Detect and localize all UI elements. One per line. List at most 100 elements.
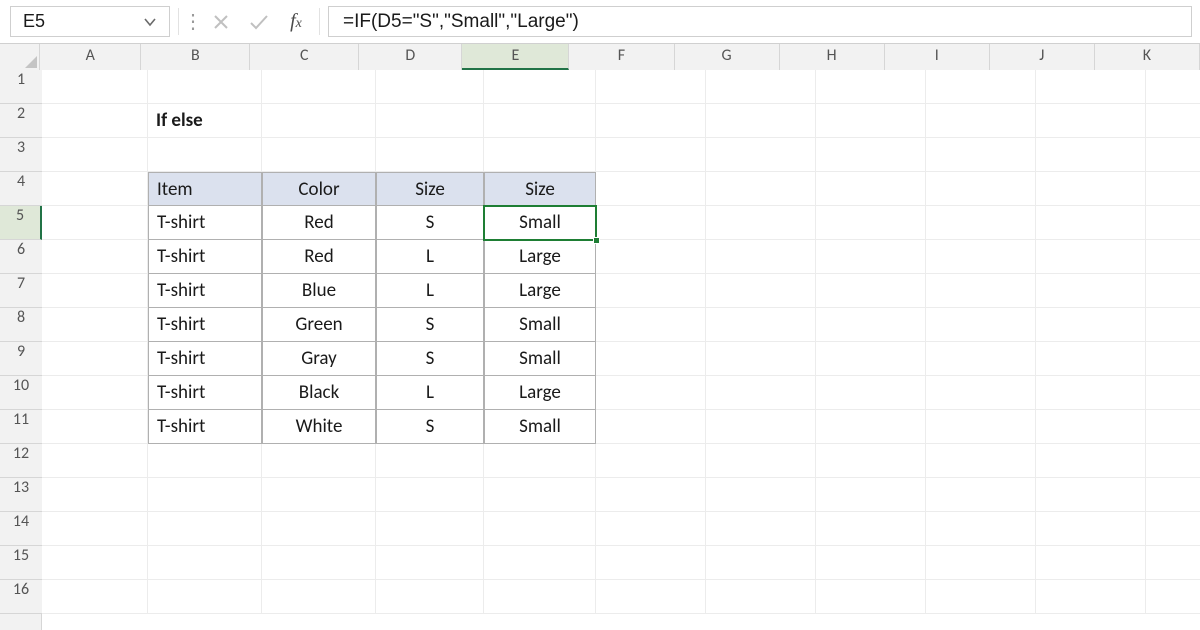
cell-J2[interactable]	[1036, 104, 1146, 138]
cell-G7[interactable]	[706, 274, 816, 308]
cell-E6[interactable]: Large	[484, 240, 596, 274]
cell-A3[interactable]	[42, 138, 148, 172]
cell-J1[interactable]	[1036, 70, 1146, 104]
name-box-input[interactable]	[21, 10, 131, 33]
cell-A15[interactable]	[42, 546, 148, 580]
row-header-14[interactable]: 14	[0, 512, 42, 546]
cell-D1[interactable]	[376, 70, 484, 104]
cell-F6[interactable]	[596, 240, 706, 274]
cell-H1[interactable]	[816, 70, 926, 104]
row-header-12[interactable]: 12	[0, 444, 42, 478]
cell-B9[interactable]: T-shirt	[148, 342, 262, 376]
cell-H3[interactable]	[816, 138, 926, 172]
cell-F14[interactable]	[596, 512, 706, 546]
cell-A10[interactable]	[42, 376, 148, 410]
cell-H15[interactable]	[816, 546, 926, 580]
cell-D11[interactable]: S	[376, 410, 484, 444]
cell-H14[interactable]	[816, 512, 926, 546]
cell-J5[interactable]	[1036, 206, 1146, 240]
column-header-H[interactable]: H	[780, 44, 885, 70]
cell-J13[interactable]	[1036, 478, 1146, 512]
cell-J16[interactable]	[1036, 580, 1146, 614]
cell-A11[interactable]	[42, 410, 148, 444]
cell-D14[interactable]	[376, 512, 484, 546]
cell-D8[interactable]: S	[376, 308, 484, 342]
cell-J10[interactable]	[1036, 376, 1146, 410]
cell-I8[interactable]	[926, 308, 1036, 342]
cell-J3[interactable]	[1036, 138, 1146, 172]
cell-H13[interactable]	[816, 478, 926, 512]
cell-J14[interactable]	[1036, 512, 1146, 546]
cell-F11[interactable]	[596, 410, 706, 444]
cell-I6[interactable]	[926, 240, 1036, 274]
select-all-button[interactable]	[0, 44, 40, 70]
cell-I13[interactable]	[926, 478, 1036, 512]
cell-C14[interactable]	[262, 512, 376, 546]
cell-E16[interactable]	[484, 580, 596, 614]
cell-H4[interactable]	[816, 172, 926, 206]
row-header-10[interactable]: 10	[0, 376, 42, 410]
cell-K16[interactable]	[1146, 580, 1200, 614]
row-header-6[interactable]: 6	[0, 240, 42, 274]
cell-I9[interactable]	[926, 342, 1036, 376]
cell-K2[interactable]	[1146, 104, 1200, 138]
cell-F10[interactable]	[596, 376, 706, 410]
cell-C6[interactable]: Red	[262, 240, 376, 274]
cell-G16[interactable]	[706, 580, 816, 614]
formula-bar-options[interactable]: ⋮	[187, 0, 199, 43]
cell-B10[interactable]: T-shirt	[148, 376, 262, 410]
cell-B7[interactable]: T-shirt	[148, 274, 262, 308]
row-header-2[interactable]: 2	[0, 104, 42, 138]
cell-C2[interactable]	[262, 104, 376, 138]
row-header-5[interactable]: 5	[0, 206, 42, 240]
cell-K10[interactable]	[1146, 376, 1200, 410]
cell-C4[interactable]: Color	[262, 172, 376, 206]
column-header-J[interactable]: J	[990, 44, 1095, 70]
cell-A4[interactable]	[42, 172, 148, 206]
cell-I2[interactable]	[926, 104, 1036, 138]
cell-E9[interactable]: Small	[484, 342, 596, 376]
cell-B14[interactable]	[148, 512, 262, 546]
cell-B5[interactable]: T-shirt	[148, 206, 262, 240]
cell-G2[interactable]	[706, 104, 816, 138]
column-header-C[interactable]: C	[250, 44, 359, 70]
cell-I12[interactable]	[926, 444, 1036, 478]
cell-H6[interactable]	[816, 240, 926, 274]
cell-F7[interactable]	[596, 274, 706, 308]
cell-D10[interactable]: L	[376, 376, 484, 410]
cell-E2[interactable]	[484, 104, 596, 138]
cell-B4[interactable]: Item	[148, 172, 262, 206]
cell-G8[interactable]	[706, 308, 816, 342]
cell-B3[interactable]	[148, 138, 262, 172]
cell-E1[interactable]	[484, 70, 596, 104]
column-header-E[interactable]: E	[462, 44, 569, 70]
cell-E12[interactable]	[484, 444, 596, 478]
cell-F16[interactable]	[596, 580, 706, 614]
cell-A1[interactable]	[42, 70, 148, 104]
cell-K13[interactable]	[1146, 478, 1200, 512]
cell-C3[interactable]	[262, 138, 376, 172]
cell-J12[interactable]	[1036, 444, 1146, 478]
cell-H8[interactable]	[816, 308, 926, 342]
cell-G14[interactable]	[706, 512, 816, 546]
name-box-dropdown[interactable]	[131, 16, 169, 28]
cell-G11[interactable]	[706, 410, 816, 444]
cell-G3[interactable]	[706, 138, 816, 172]
cell-B6[interactable]: T-shirt	[148, 240, 262, 274]
column-header-K[interactable]: K	[1095, 44, 1200, 70]
cell-K4[interactable]	[1146, 172, 1200, 206]
cell-A7[interactable]	[42, 274, 148, 308]
row-header-1[interactable]: 1	[0, 70, 42, 104]
column-header-I[interactable]: I	[885, 44, 990, 70]
formula-input[interactable]	[341, 10, 1179, 34]
cell-G6[interactable]	[706, 240, 816, 274]
cell-B2[interactable]: If else	[148, 104, 262, 138]
cell-I3[interactable]	[926, 138, 1036, 172]
cell-K8[interactable]	[1146, 308, 1200, 342]
spreadsheet-grid[interactable]: ABCDEFGHIJK 12345678910111213141516 If e…	[0, 44, 1200, 630]
cell-D16[interactable]	[376, 580, 484, 614]
cell-H9[interactable]	[816, 342, 926, 376]
cell-F5[interactable]	[596, 206, 706, 240]
column-header-A[interactable]: A	[40, 44, 141, 70]
cell-C13[interactable]	[262, 478, 376, 512]
